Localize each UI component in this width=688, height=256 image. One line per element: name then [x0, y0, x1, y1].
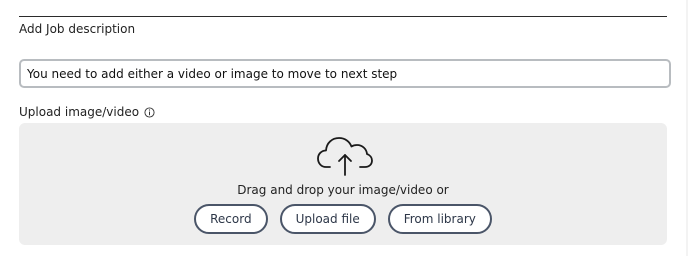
upload-file-button[interactable]: Upload file	[279, 204, 376, 234]
record-button[interactable]: Record	[194, 204, 268, 234]
cloud-upload-icon	[317, 137, 373, 176]
section-divider	[19, 16, 667, 17]
validation-message-field[interactable]: You need to add either a video or image …	[19, 59, 671, 88]
drop-instructions: Drag and drop your image/video or	[237, 183, 449, 197]
upload-label-row: Upload image/video	[19, 105, 155, 119]
info-icon[interactable]	[144, 106, 155, 118]
upload-dropzone[interactable]: Drag and drop your image/video or Record…	[19, 123, 667, 245]
section-title: Add Job description	[19, 22, 136, 36]
upload-label: Upload image/video	[19, 105, 140, 119]
upload-actions: Record Upload file From library	[19, 204, 667, 234]
from-library-button[interactable]: From library	[387, 204, 492, 234]
job-description-card: Add Job description You need to add eith…	[0, 0, 686, 256]
